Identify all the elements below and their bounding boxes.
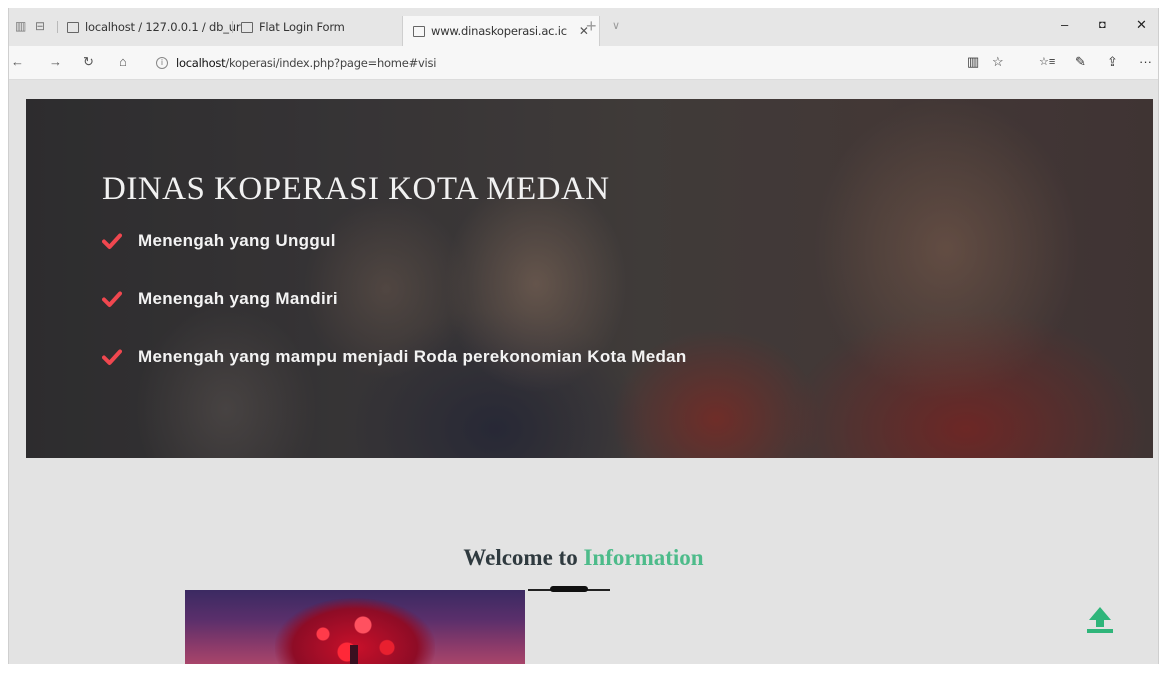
url-text: localhost/koperasi/index.php?page=home#v…: [176, 56, 437, 70]
site-info-icon[interactable]: i: [156, 57, 168, 69]
refresh-button[interactable]: ↻: [83, 55, 94, 69]
close-window-button[interactable]: ✕: [1136, 18, 1147, 32]
browser-window: ▥ ⊟ localhost / 127.0.0.1 / db_ur Flat L…: [8, 8, 1159, 664]
address-bar: ← → ↻ ⌂ i localhost/koperasi/index.php?p…: [9, 46, 1158, 80]
visi-text: Menengah yang Mandiri: [138, 289, 338, 308]
favorites-hub-icon[interactable]: ☆≡: [1039, 55, 1055, 69]
check-icon: [102, 233, 122, 249]
set-aside-tabs-icon[interactable]: ⊟: [35, 19, 45, 33]
tab-bar: ▥ ⊟ localhost / 127.0.0.1 / db_ur Flat L…: [9, 8, 1158, 46]
tree-trunk-graphic: [350, 645, 358, 664]
reading-view-icon[interactable]: ▥: [967, 55, 979, 69]
page-icon: [241, 21, 253, 33]
tab-title: www.dinaskoperasi.ac.ic: [431, 24, 567, 38]
scroll-to-top-icon[interactable]: [1087, 606, 1113, 634]
tab-separator: [57, 21, 58, 33]
favorite-star-icon[interactable]: ☆: [992, 55, 1004, 69]
tab-phpmyadmin[interactable]: localhost / 127.0.0.1 / db_ur: [67, 15, 241, 39]
restore-button[interactable]: ◘: [1099, 18, 1106, 32]
tab-actions-icon[interactable]: ▥: [15, 19, 26, 33]
tab-dinaskoperasi[interactable]: www.dinaskoperasi.ac.ic ✕: [402, 16, 600, 46]
section-heading: Welcome to Information: [9, 545, 1158, 571]
minimize-button[interactable]: –: [1061, 18, 1068, 32]
visi-text: Menengah yang Unggul: [138, 231, 336, 250]
back-button[interactable]: ←: [11, 55, 24, 69]
forward-button[interactable]: →: [49, 55, 62, 69]
visi-text: Menengah yang mampu menjadi Roda perekon…: [138, 347, 687, 366]
hero-title: DINAS KOPERASI KOTA MEDAN: [102, 171, 610, 207]
heading-prefix: Welcome to: [463, 545, 578, 570]
information-image: [185, 590, 525, 664]
tab-flat-login-form[interactable]: Flat Login Form: [241, 15, 345, 39]
url-field[interactable]: i localhost/koperasi/index.php?page=home…: [156, 51, 1016, 75]
tab-preview-chevron-icon[interactable]: ∨: [612, 19, 620, 32]
share-icon[interactable]: ⇪: [1107, 55, 1118, 69]
heading-divider-accent: [550, 586, 588, 592]
hero-banner: DINAS KOPERASI KOTA MEDAN Menengah yang …: [26, 99, 1153, 458]
more-icon[interactable]: ···: [1139, 55, 1152, 69]
page-viewport: DINAS KOPERASI KOTA MEDAN Menengah yang …: [9, 80, 1158, 664]
visi-item: Menengah yang Mandiri: [102, 289, 338, 309]
hero-content: DINAS KOPERASI KOTA MEDAN Menengah yang …: [26, 99, 1153, 458]
page-icon: [413, 25, 425, 37]
page-icon: [67, 21, 79, 33]
tab-title: Flat Login Form: [259, 20, 345, 34]
visi-item: Menengah yang mampu menjadi Roda perekon…: [102, 347, 687, 367]
home-button[interactable]: ⌂: [119, 55, 127, 69]
visi-item: Menengah yang Unggul: [102, 231, 336, 251]
tab-title: localhost / 127.0.0.1 / db_ur: [85, 20, 241, 34]
tab-separator: [232, 21, 233, 33]
heading-accent: Information: [583, 545, 704, 570]
check-icon: [102, 291, 122, 307]
new-tab-button[interactable]: +: [586, 17, 597, 35]
pen-icon[interactable]: ✎: [1075, 55, 1086, 69]
check-icon: [102, 349, 122, 365]
